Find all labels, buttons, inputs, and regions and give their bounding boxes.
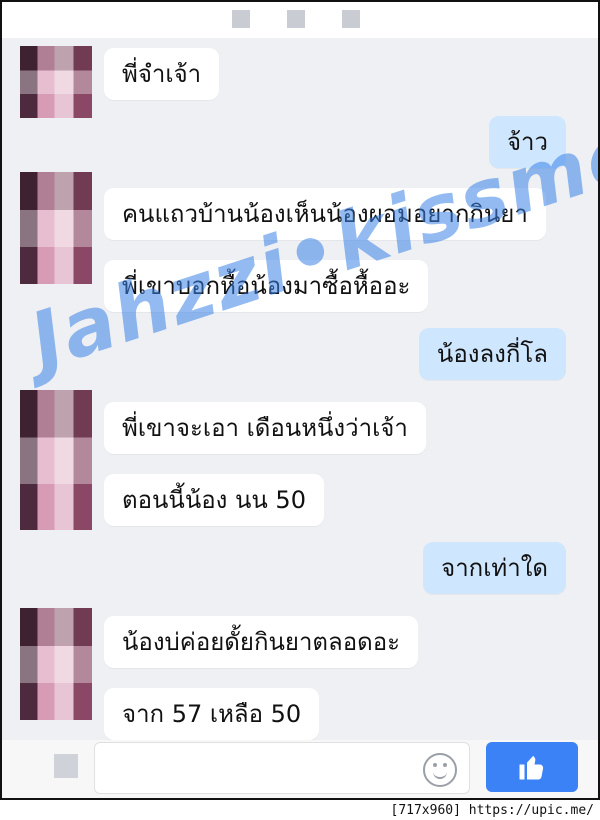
blurred-status-icon [342, 10, 360, 28]
message-composer [2, 740, 598, 798]
incoming-message-bubble[interactable]: พี่เขาจะเอา เดือนหนึ่งว่าเจ้า [104, 402, 426, 454]
contact-avatar[interactable] [20, 608, 92, 720]
blurred-status-icon [287, 10, 305, 28]
incoming-message-bubble[interactable]: จาก 57 เหลือ 50 [104, 688, 320, 740]
message-input[interactable] [94, 742, 470, 794]
blurred-left-icon[interactable] [54, 754, 78, 778]
outgoing-message-bubble[interactable]: น้องลงกี่โล [418, 328, 566, 380]
outgoing-message-bubble[interactable]: จ้าว [488, 116, 566, 168]
incoming-message-bubble[interactable]: น้องบ่ค่อยดั้ยกินยาตลอดอะ [104, 616, 419, 668]
thumbs-up-icon [519, 755, 544, 780]
like-button[interactable] [486, 742, 578, 792]
blurred-status-icon [232, 10, 250, 28]
contact-avatar[interactable] [20, 390, 92, 530]
top-status-strip [2, 2, 598, 38]
outgoing-message-bubble[interactable]: จากเท่าใด [423, 542, 566, 594]
screenshot-frame: พี่จำเจ้า จ้าว คนแถวบ้านน้องเห็นน้องผอมอ… [0, 0, 600, 800]
contact-avatar[interactable] [20, 46, 92, 118]
contact-avatar[interactable] [20, 172, 92, 284]
incoming-message-bubble[interactable]: พี่จำเจ้า [104, 48, 220, 100]
incoming-message-bubble[interactable]: คนแถวบ้านน้องเห็นน้องผอมอยากกินยา [104, 188, 546, 240]
incoming-message-bubble[interactable]: พี่เขาบอกหื้อน้องมาซื้อหื้ออะ [104, 260, 429, 312]
incoming-message-bubble[interactable]: ตอนนี้น้อง นน 50 [104, 474, 324, 526]
smile-icon[interactable] [423, 753, 457, 787]
image-source-label: [717x960] https://upic.me/ [390, 803, 595, 818]
